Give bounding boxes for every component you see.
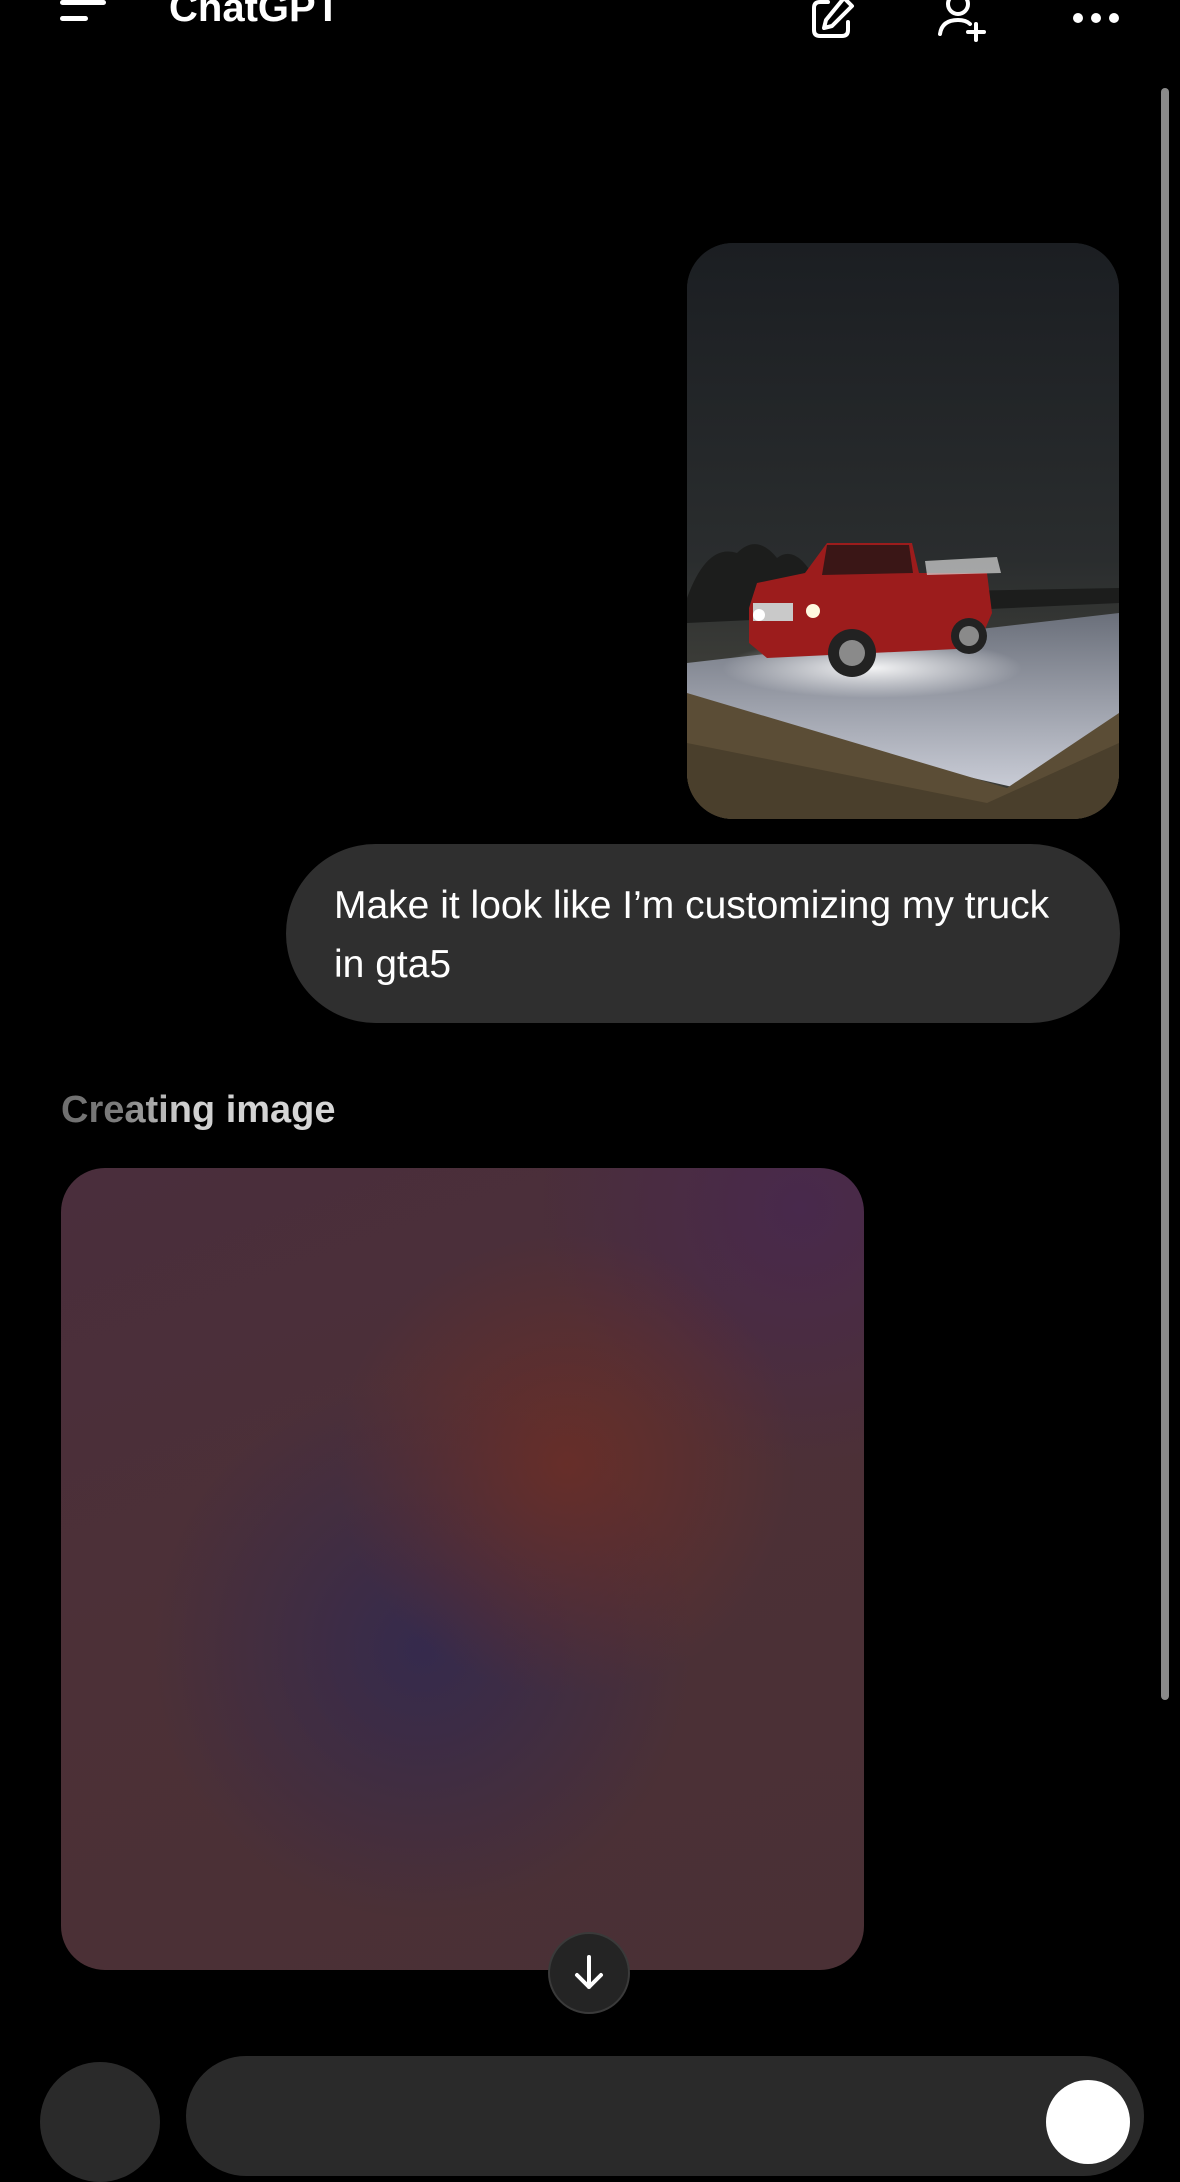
creating-image-status: Creating image — [61, 1089, 336, 1131]
app-title[interactable]: ChatGPT — [169, 0, 340, 30]
more-icon[interactable] — [1064, 0, 1128, 50]
arrow-down-icon — [575, 1955, 603, 1989]
message-input[interactable] — [186, 2056, 1144, 2176]
attach-button[interactable] — [40, 2062, 160, 2182]
add-person-icon[interactable] — [930, 0, 994, 50]
compose-icon[interactable] — [800, 0, 864, 50]
image-generation-placeholder — [61, 1168, 864, 1970]
scrollbar[interactable] — [1161, 88, 1169, 1700]
menu-icon[interactable] — [60, 0, 108, 30]
scroll-down-button[interactable] — [548, 1932, 630, 2014]
voice-mode-button[interactable] — [1046, 2080, 1130, 2164]
user-message-bubble: Make it look like I’m customizing my tru… — [286, 844, 1120, 1023]
user-attached-photo[interactable] — [687, 243, 1119, 819]
top-bar: ChatGPT — [0, 0, 1180, 60]
